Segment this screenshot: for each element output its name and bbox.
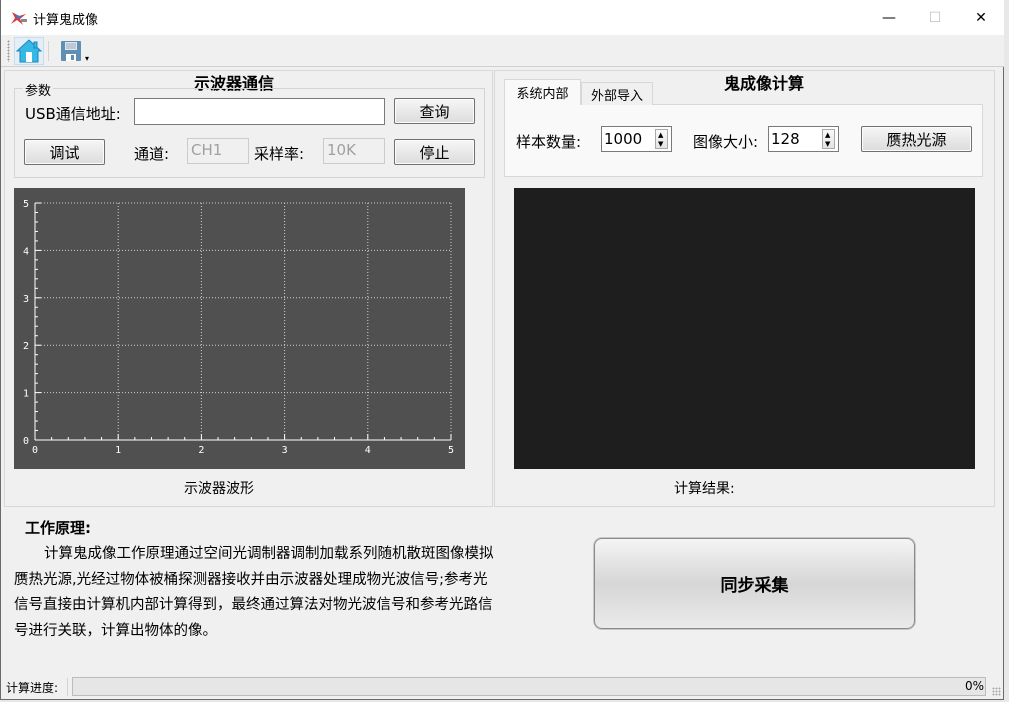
x-tick-label: 5: [448, 445, 454, 456]
save-dropdown-icon[interactable]: ▾: [85, 54, 89, 63]
minimize-button[interactable]: —: [866, 0, 912, 35]
query-button[interactable]: 查询: [394, 98, 475, 124]
tab-external-import[interactable]: 外部导入: [581, 82, 653, 105]
toolbar: ▾: [1, 35, 1004, 67]
y-tick-label: 2: [23, 341, 29, 352]
image-size-value: 128: [771, 130, 800, 148]
channel-field: CH1: [187, 138, 249, 164]
params-group-label: 参数: [23, 80, 54, 99]
usb-address-input[interactable]: [134, 98, 385, 125]
debug-button[interactable]: 调试: [24, 139, 105, 165]
image-size-label: 图像大小:: [693, 133, 759, 151]
calculation-progress-bar: 0%: [72, 677, 986, 696]
y-tick-label: 5: [23, 199, 29, 210]
minimize-icon: —: [882, 9, 896, 26]
home-icon: [16, 39, 42, 63]
maximize-button[interactable]: ☐: [912, 0, 958, 35]
channel-label: 通道:: [134, 145, 170, 163]
pseudo-thermal-source-button[interactable]: 赝热光源: [861, 126, 972, 152]
x-tick-label: 4: [365, 445, 371, 456]
window-title: 计算鬼成像: [33, 13, 99, 28]
sample-count-label: 样本数量:: [516, 133, 582, 151]
progress-text: 0%: [964, 679, 984, 693]
sample-rate-label: 采样率:: [254, 145, 305, 163]
sync-acquire-button[interactable]: 同步采集: [594, 538, 915, 629]
spin-up-icon[interactable]: ▲: [658, 132, 663, 139]
ghost-imaging-heading: 鬼成像计算: [724, 74, 805, 93]
home-button[interactable]: [14, 37, 44, 65]
maximize-icon: ☐: [928, 9, 942, 26]
principle-title: 工作原理:: [25, 519, 91, 537]
spin-up-icon[interactable]: ▲: [825, 132, 830, 139]
x-tick-label: 2: [198, 445, 204, 456]
oscilloscope-waveform-chart: 0 1 2 3 4 5 0 1 2 3 4 5: [14, 188, 465, 469]
spin-down-icon[interactable]: ▼: [658, 141, 663, 148]
y-tick-label: 3: [23, 294, 29, 305]
status-bar: 计算进度: 0%: [1, 675, 1004, 699]
close-icon: ✕: [975, 9, 987, 26]
x-tick-label: 3: [282, 445, 288, 456]
toolbar-separator: [48, 41, 49, 61]
app-logo-icon: [11, 12, 27, 25]
toolbar-grip[interactable]: [7, 40, 10, 62]
result-image-display: [514, 188, 975, 469]
close-button[interactable]: ✕: [958, 0, 1004, 35]
y-tick-label: 0: [23, 436, 29, 447]
save-icon: [60, 41, 81, 61]
waveform-caption: 示波器波形: [184, 481, 254, 497]
image-size-spinbox[interactable]: 128 ▲ ▼: [768, 126, 839, 152]
sample-rate-field: 10K: [323, 138, 385, 164]
x-tick-label: 0: [32, 445, 38, 456]
result-caption: 计算结果:: [674, 481, 735, 497]
y-tick-label: 4: [23, 246, 29, 257]
title-bar: 计算鬼成像 — ☐ ✕: [1, 0, 1004, 35]
save-button[interactable]: ▾: [53, 37, 95, 65]
plot-background: [14, 188, 465, 469]
main-window: 计算鬼成像 — ☐ ✕ ▾ 示波器通信 参数 USB通信地址: 查询 调试 通道…: [0, 0, 1004, 700]
y-tick-label: 1: [23, 389, 29, 400]
tab-internal[interactable]: 系统内部: [504, 79, 581, 105]
progress-label: 计算进度:: [6, 681, 59, 695]
sample-count-stepper[interactable]: ▲ ▼: [655, 129, 668, 149]
sample-count-spinbox[interactable]: 1000 ▲ ▼: [601, 126, 672, 152]
stop-button[interactable]: 停止: [394, 139, 475, 165]
sample-count-value: 1000: [604, 130, 643, 148]
spin-down-icon[interactable]: ▼: [825, 141, 830, 148]
resize-grip[interactable]: [992, 687, 1001, 696]
image-size-stepper[interactable]: ▲ ▼: [822, 129, 835, 149]
usb-address-label: USB通信地址:: [25, 105, 121, 123]
status-separator: [67, 678, 68, 696]
x-tick-label: 1: [115, 445, 121, 456]
principle-text: 计算鬼成像工作原理通过空间光调制器调制加载系列随机散斑图像模拟赝热光源,光经过物…: [14, 546, 494, 639]
